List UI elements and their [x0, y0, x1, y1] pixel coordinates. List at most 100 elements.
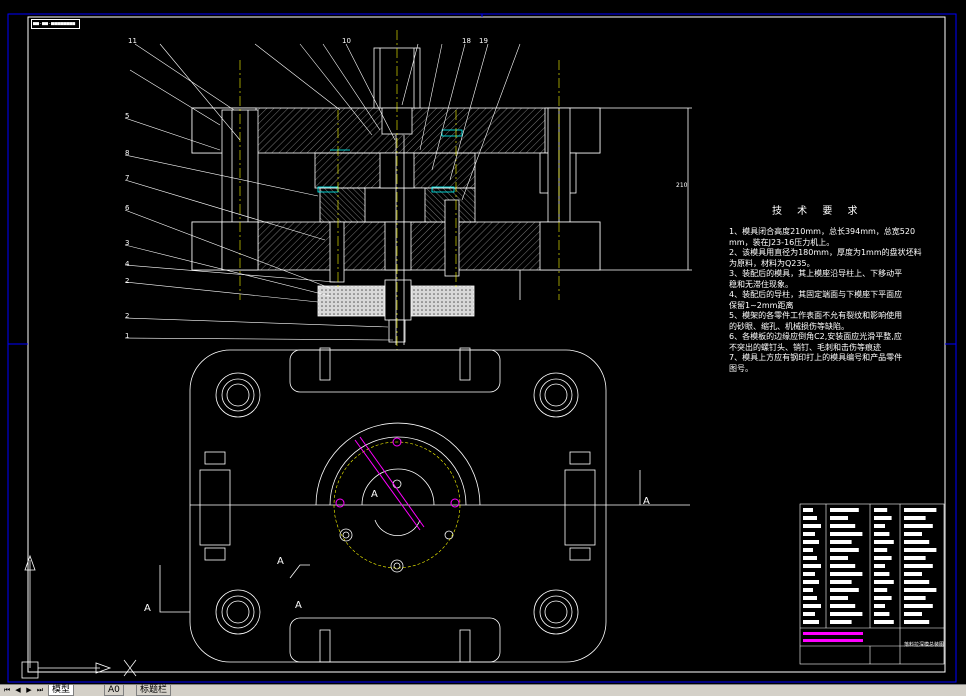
- title-block-cell: [904, 516, 926, 520]
- section-view: [191, 47, 692, 345]
- title-block-cell: [874, 604, 885, 608]
- title-block-magenta-row: [803, 639, 863, 642]
- title-block-cell: [904, 532, 922, 536]
- title-block-cell: [830, 532, 863, 536]
- part-label-19: 19: [479, 37, 488, 45]
- title-block-cell: [874, 612, 890, 616]
- part-label-3: 3: [125, 239, 130, 247]
- tech-line: 为原料，材料为Q235。: [729, 258, 815, 268]
- title-block-cell: [803, 596, 817, 600]
- title-block-cell: [803, 548, 813, 552]
- title-block-cell: [803, 540, 819, 544]
- title-block-cell: [874, 572, 890, 576]
- tech-line: 的砂眼、缩孔、机械损伤等缺陷。: [729, 321, 849, 331]
- title-block-cell: [874, 540, 894, 544]
- title-block-cell: [830, 548, 859, 552]
- tech-line: 5、模架的各零件工作表面不允有裂纹和影响使用: [729, 311, 903, 320]
- title-block-cell: [904, 588, 937, 592]
- part-label-10: 10: [342, 37, 351, 45]
- title-block-cell: [904, 540, 930, 544]
- title-block-cell: [904, 612, 922, 616]
- title-block-cell: [874, 580, 894, 584]
- tech-line: 保留1~2mm距离: [729, 300, 794, 310]
- title-block-cell: [803, 516, 817, 520]
- section-mark-bottom: A: [295, 600, 302, 611]
- section-mark-center: A: [371, 489, 378, 500]
- part-label-11: 11: [128, 37, 137, 45]
- title-block-cell: [803, 588, 813, 592]
- title-block-cell: [803, 620, 819, 624]
- title-block-cell: [904, 604, 933, 608]
- ucs-icon: [21, 554, 137, 679]
- magenta-features: [335, 436, 460, 531]
- tab-title-bar[interactable]: 标题栏: [136, 685, 172, 696]
- title-block-cell: [830, 524, 856, 528]
- title-block-cell: [803, 572, 815, 576]
- tab-last-icon[interactable]: ⏭: [35, 686, 45, 694]
- title-block-cell: [803, 532, 815, 536]
- tab-next-icon[interactable]: ▶: [24, 686, 34, 694]
- tech-line: 3、装配后的模具，其上模座沿导柱上、下移动平: [729, 269, 903, 278]
- title-block-cell: [803, 564, 821, 568]
- part-label-8: 8: [125, 149, 130, 157]
- title-block-cell: [830, 588, 859, 592]
- title-block-cell: [874, 516, 892, 520]
- title-block-cell: [874, 556, 892, 560]
- title-block-cell: [904, 508, 937, 512]
- tab-first-icon[interactable]: ⏮: [2, 686, 12, 694]
- title-block-cell: [904, 548, 937, 552]
- title-block-cell: [904, 620, 930, 624]
- tech-line: mm，装在J23-16压力机上。: [729, 237, 835, 247]
- part-label-18: 18: [462, 37, 471, 45]
- section-mark-left: A: [144, 603, 151, 614]
- title-block-cell: [874, 508, 888, 512]
- title-block-cell: [830, 508, 859, 512]
- tab-prev-icon[interactable]: ◀: [13, 686, 23, 694]
- layout-tab-bar: ⏮ ◀ ▶ ⏭ 模型 A0 标题栏: [0, 684, 966, 696]
- part-label-5: 5: [125, 112, 130, 120]
- title-block-cell: [803, 524, 821, 528]
- part-label-4: 4: [125, 260, 130, 268]
- tech-line: 图号。: [729, 363, 753, 373]
- tech-line: 2、该模具用直径为180mm，厚度为1mm的盘状坯料: [729, 248, 922, 257]
- title-block-cell: [830, 580, 852, 584]
- tech-requirements-body: 1、模具闭合高度210mm，总长394mm，总宽520 mm，装在J23-16压…: [729, 227, 949, 374]
- title-block-cell: [830, 540, 852, 544]
- title-block-cell: [874, 620, 894, 624]
- section-mark-lower: A: [277, 556, 284, 567]
- part-label-2a: 2: [125, 277, 130, 285]
- title-block-cell: [874, 588, 888, 592]
- title-block-cell: [803, 556, 817, 560]
- tech-line: 稳和无滞住现象。: [729, 279, 793, 289]
- sheet-label: ■■-■■-■■■■■■■■: [31, 19, 80, 29]
- title-block-cell: [830, 596, 848, 600]
- tech-line: 4、装配后的导柱，其固定端面与下模座下平面应: [729, 290, 903, 299]
- tech-line: 不突出的螺钉头、销钉、毛刺和击伤等痕迹: [729, 342, 881, 352]
- part-label-7: 7: [125, 174, 130, 182]
- part-label-6: 6: [125, 204, 130, 212]
- title-block-cell: [830, 564, 856, 568]
- part-label-2b: 2: [125, 312, 130, 320]
- tech-requirements-title: 技 术 要 求: [772, 206, 864, 217]
- title-block-cell: [830, 556, 848, 560]
- dimension-210: 210: [676, 182, 688, 189]
- title-block-cell: [830, 516, 848, 520]
- title-block-caption: 落料拉深模总装图: [904, 642, 945, 648]
- plan-view: [159, 270, 690, 663]
- title-block-cell: [874, 564, 885, 568]
- tech-line: 1、模具闭合高度210mm，总长394mm，总宽520: [729, 227, 916, 236]
- title-block-cell: [874, 524, 885, 528]
- tab-model[interactable]: 模型: [48, 685, 75, 696]
- title-block-cell: [904, 564, 933, 568]
- title-block-cell: [803, 612, 815, 616]
- title-block-cell: [830, 612, 863, 616]
- title-block-magenta-row: [803, 632, 863, 635]
- tech-line: 6、各模板的边缘应倒角C2,安装面应光滑平整,应: [729, 332, 902, 341]
- title-block-cell: [803, 508, 813, 512]
- part-label-1: 1: [125, 332, 130, 340]
- tech-line: 7、模具上方应有钢印打上的模具编号和产品零件: [729, 353, 903, 362]
- section-mark-right: A: [643, 496, 650, 507]
- title-block-cell: [830, 620, 852, 624]
- tab-a0[interactable]: A0: [104, 685, 124, 696]
- title-block-cell: [830, 572, 863, 576]
